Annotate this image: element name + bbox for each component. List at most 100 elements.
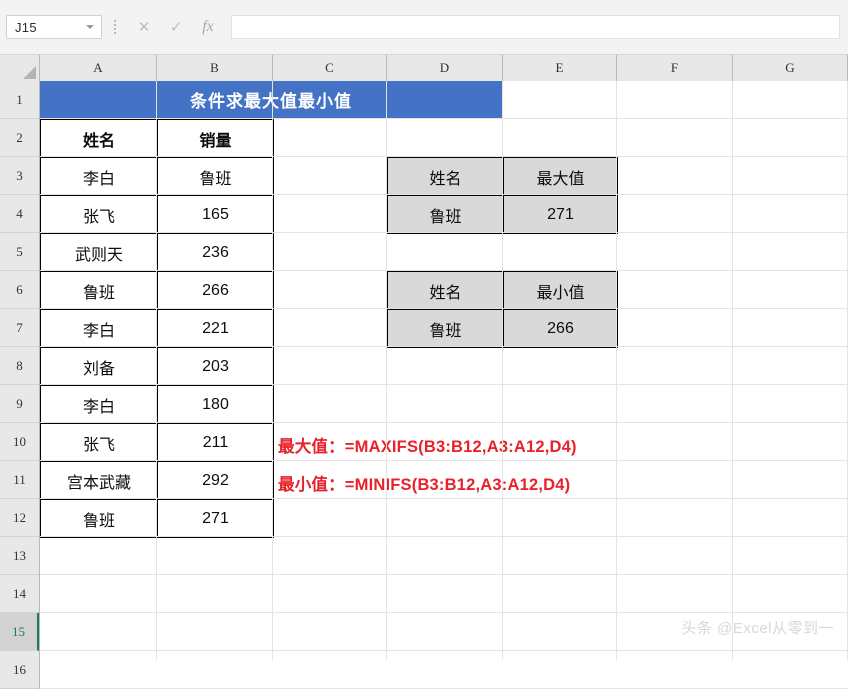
cell-result-value[interactable]: 271 [503, 195, 618, 234]
row-header-label: 6 [16, 281, 23, 297]
cell-sales[interactable]: 鲁班 [157, 157, 274, 196]
table-row[interactable]: 鲁班 271 [40, 499, 274, 538]
table-header-row[interactable]: 姓名 销量 [40, 119, 274, 158]
gridline-horizontal [40, 308, 848, 309]
row-header-label: 2 [16, 129, 23, 145]
cell-name[interactable]: 宫本武藏 [40, 461, 158, 500]
cell-sales[interactable]: 180 [157, 385, 274, 424]
row-header-6[interactable]: 6 [0, 271, 39, 309]
column-header-a[interactable]: A [40, 55, 157, 81]
gridline-horizontal [40, 270, 848, 271]
cell-name[interactable]: 李白 [40, 157, 158, 196]
row-header-13[interactable]: 13 [0, 537, 39, 575]
gridline-horizontal [40, 498, 848, 499]
confirm-icon[interactable]: ✓ [161, 15, 191, 39]
row-header-1[interactable]: 1 [0, 81, 39, 119]
insert-function-icon[interactable]: fx [193, 15, 223, 39]
cell-name[interactable]: 鲁班 [40, 271, 158, 310]
table-row[interactable]: 张飞 211 [40, 423, 274, 462]
cell-name[interactable]: 刘备 [40, 347, 158, 386]
max-formula-note: 最大值：=MAXIFS(B3:B12,A3:A12,D4) [278, 438, 577, 456]
cell-name[interactable]: 李白 [40, 309, 158, 348]
row-header-3[interactable]: 3 [0, 157, 39, 195]
table-row[interactable]: 武则天 236 [40, 233, 274, 272]
table-row[interactable]: 张飞 165 [40, 195, 274, 234]
cell-sales[interactable]: 165 [157, 195, 274, 234]
cell-sales[interactable]: 271 [157, 499, 274, 538]
gridline-horizontal [40, 232, 848, 233]
select-all-corner[interactable] [0, 55, 40, 81]
sales-data-table[interactable]: 姓名 销量 李白 鲁班 张飞 165 武则天 236 鲁班 266 李白 221 刘备 203 李白 180 张… [40, 119, 274, 538]
gridline-vertical [156, 81, 157, 660]
cell-sales[interactable]: 236 [157, 233, 274, 272]
column-header-b[interactable]: B [157, 55, 273, 81]
row-header-11[interactable]: 11 [0, 461, 39, 499]
name-box[interactable]: J15 [6, 15, 102, 39]
cell-sales[interactable]: 销量 [157, 119, 274, 158]
row-header-9[interactable]: 9 [0, 385, 39, 423]
table-row[interactable]: 刘备 203 [40, 347, 274, 386]
column-header-label: D [439, 60, 450, 75]
row-header-16[interactable]: 16 [0, 651, 39, 689]
cell-sales[interactable]: 211 [157, 423, 274, 462]
column-header-label: E [555, 60, 564, 75]
gridline-horizontal [40, 650, 848, 651]
cell-criteria-name[interactable]: 姓名 [387, 271, 504, 310]
row-header-7[interactable]: 7 [0, 309, 39, 347]
row-header-14[interactable]: 14 [0, 575, 39, 613]
row-header-10[interactable]: 10 [0, 423, 39, 461]
column-header-label: F [670, 60, 679, 75]
column-header-c[interactable]: C [273, 55, 387, 81]
row-header-label: 16 [13, 661, 26, 677]
row-header-label: 5 [16, 243, 23, 259]
column-header-row: A B C D E F G [0, 55, 848, 81]
row-header-label: 9 [16, 395, 23, 411]
row-header-5[interactable]: 5 [0, 233, 39, 271]
row-header-label: 10 [13, 433, 26, 449]
cancel-icon[interactable]: ✕ [129, 15, 159, 39]
column-header-f[interactable]: F [617, 55, 733, 81]
row-header-15[interactable]: 15 [0, 613, 39, 651]
title-cell[interactable]: 条件求最大值最小值 [40, 81, 502, 118]
table-row[interactable]: 鲁班 266 [40, 271, 274, 310]
cell-name[interactable]: 李白 [40, 385, 158, 424]
cell-result-value[interactable]: 最小值 [503, 271, 618, 310]
cell-sales[interactable]: 292 [157, 461, 274, 500]
gridline-vertical [616, 81, 617, 660]
gridline-horizontal [40, 346, 848, 347]
cell-name[interactable]: 张飞 [40, 423, 158, 462]
row-header-8[interactable]: 8 [0, 347, 39, 385]
cell-sales[interactable]: 266 [157, 271, 274, 310]
row-header-label: 12 [13, 509, 26, 525]
watermark: 头条 @Excel从零到一 [681, 620, 834, 637]
sheet-body[interactable]: 条件求最大值最小值 姓名 销量 李白 鲁班 张飞 165 武则天 236 鲁班 266 李白 221 刘… [40, 81, 848, 689]
formula-input[interactable] [231, 15, 840, 39]
row-header-12[interactable]: 12 [0, 499, 39, 537]
table-row[interactable]: 李白 221 [40, 309, 274, 348]
table-row[interactable]: 宫本武藏 292 [40, 461, 274, 500]
cell-criteria-name[interactable]: 姓名 [387, 157, 504, 196]
chevron-down-icon[interactable] [86, 25, 94, 29]
table-row[interactable]: 李白 180 [40, 385, 274, 424]
cell-criteria-name[interactable]: 鲁班 [387, 195, 504, 234]
cell-name[interactable]: 武则天 [40, 233, 158, 272]
cell-result-value[interactable]: 最大值 [503, 157, 618, 196]
cell-sales[interactable]: 221 [157, 309, 274, 348]
cell-result-value[interactable]: 266 [503, 309, 618, 348]
column-header-e[interactable]: E [503, 55, 617, 81]
cell-sales[interactable]: 203 [157, 347, 274, 386]
row-header-2[interactable]: 2 [0, 119, 39, 157]
row-header-label: 14 [13, 585, 26, 601]
column-header-g[interactable]: G [733, 55, 848, 81]
row-header-4[interactable]: 4 [0, 195, 39, 233]
title-cell-text: 条件求最大值最小值 [190, 92, 352, 111]
cell-name[interactable]: 姓名 [40, 119, 158, 158]
table-row[interactable]: 李白 鲁班 [40, 157, 274, 196]
column-header-d[interactable]: D [387, 55, 503, 81]
cell-name[interactable]: 鲁班 [40, 499, 158, 538]
row-header-label: 7 [16, 319, 23, 335]
row-header-label: 13 [13, 547, 26, 563]
formula-bar: J15 ✕ ✓ fx [0, 0, 848, 55]
cell-criteria-name[interactable]: 鲁班 [387, 309, 504, 348]
cell-name[interactable]: 张飞 [40, 195, 158, 234]
